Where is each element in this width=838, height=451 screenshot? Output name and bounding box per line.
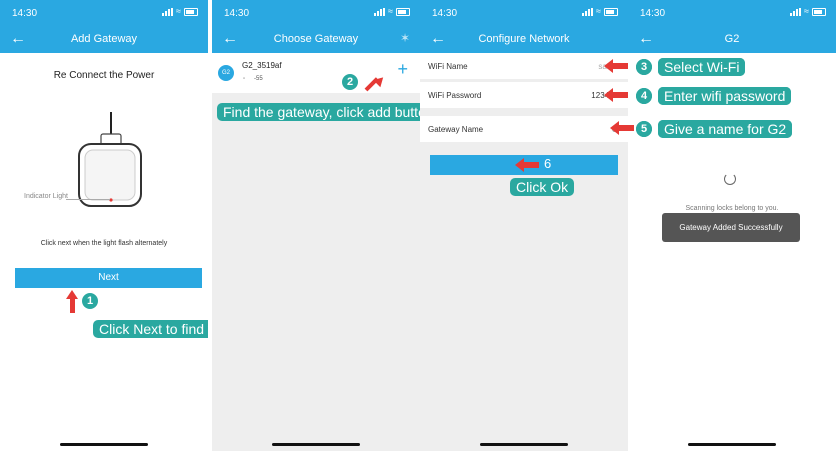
step5-number-badge-overlay: 5	[636, 121, 652, 137]
step3-number-badge-overlay: 3	[636, 59, 652, 75]
page-title: G2	[724, 33, 740, 45]
battery-icon	[184, 7, 198, 16]
home-indicator	[480, 443, 568, 446]
home-indicator	[272, 443, 360, 446]
home-indicator	[60, 443, 148, 446]
page-title: Add Gateway	[70, 33, 138, 45]
step2-annotation: Find the gateway, click add button	[217, 103, 420, 121]
step4-annotation-overlay: Enter wifi password	[658, 87, 792, 105]
gateway-name-label: Gateway Name	[428, 125, 484, 134]
battery-icon	[812, 7, 826, 16]
battery-icon	[396, 7, 410, 16]
screen-configure-network: 14:30 ≈ ← Configure Network WiFi Name sa…	[420, 0, 628, 451]
wifi-name-label: WiFi Name	[428, 62, 468, 71]
step4-number-badge-overlay: 4	[636, 88, 652, 104]
gateway-badge-icon: G2	[218, 65, 234, 81]
wifi-icon: ≈	[596, 6, 601, 16]
wifi-password-row[interactable]: WiFi Password 123456	[420, 82, 628, 108]
step2-number-badge: 2	[342, 74, 358, 90]
status-bar: 14:30 ≈	[0, 0, 208, 27]
battery-icon	[604, 7, 618, 16]
gateway-name-row[interactable]: Gateway Name G	[420, 116, 628, 142]
signal-icon	[162, 7, 174, 16]
step4-arrow	[604, 88, 628, 102]
step6-number: 6	[544, 156, 552, 171]
signal-icon	[582, 7, 594, 16]
status-bar: 14:30 ≈	[420, 0, 628, 27]
signal-icon	[790, 7, 802, 16]
nav-bar: ← G2	[628, 27, 836, 53]
rssi-signal-icon: ▫	[243, 76, 246, 82]
add-gateway-button[interactable]: +	[397, 59, 408, 79]
nav-bar: ← Choose Gateway ✶	[212, 27, 420, 53]
status-time: 14:30	[640, 8, 666, 19]
instruction-text: Click next when the light flash alternat…	[40, 240, 168, 247]
step5-arrow-tail	[628, 125, 634, 131]
status-bar: 14:30 ≈	[628, 0, 836, 27]
gateway-device-name: G2_3519af	[242, 61, 282, 70]
status-time: 14:30	[224, 8, 250, 19]
step2-arrow	[364, 73, 387, 99]
page-title: Configure Network	[478, 33, 570, 45]
loading-spinner-icon: ✶	[399, 31, 410, 45]
nav-bar: ← Configure Network	[420, 27, 628, 53]
screen-add-gateway: 14:30 ≈ ← Add Gateway Re Connect the Pow…	[0, 0, 208, 451]
loading-spinner-icon	[724, 173, 736, 185]
screen-choose-gateway: 14:30 ≈ ← Choose Gateway ✶ G2 G2_3519af …	[212, 0, 420, 451]
step1-arrow-up	[66, 290, 78, 313]
gateway-list-item[interactable]: G2 G2_3519af ▫ -55 +	[212, 53, 420, 93]
step1-number-badge: 1	[82, 293, 98, 309]
step6-arrow	[515, 158, 539, 172]
success-toast: Gateway Added Successfully	[662, 213, 800, 242]
indicator-light-label: Indicator Light	[24, 193, 68, 200]
step6-annotation: Click Ok	[510, 178, 575, 196]
next-button[interactable]: Next	[15, 268, 202, 288]
signal-icon	[374, 7, 386, 16]
wifi-name-row[interactable]: WiFi Name safea	[420, 53, 628, 79]
page-title: Choose Gateway	[273, 33, 359, 45]
reconnect-heading: Re Connect the Power	[53, 70, 155, 81]
status-bar: 14:30 ≈	[212, 0, 420, 27]
wifi-icon: ≈	[388, 6, 393, 16]
status-time: 14:30	[432, 8, 458, 19]
wifi-icon: ≈	[804, 6, 809, 16]
scanning-text: Scanning locks belong to you.	[685, 205, 779, 212]
step5-arrow	[610, 121, 628, 135]
step3-arrow	[604, 59, 628, 73]
gateway-device-illustration	[78, 112, 142, 207]
status-time: 14:30	[12, 8, 38, 19]
nav-bar: ← Add Gateway	[0, 27, 208, 53]
step1-annotation: Click Next to find your gateway	[93, 320, 208, 338]
wifi-icon: ≈	[176, 6, 181, 16]
gateway-rssi: -55	[254, 76, 263, 82]
indicator-light-line	[66, 199, 110, 200]
home-indicator	[688, 443, 776, 446]
wifi-password-label: WiFi Password	[428, 91, 482, 100]
step3-annotation-overlay: Select Wi-Fi	[658, 58, 746, 76]
step5-annotation-overlay: Give a name for G2	[658, 120, 793, 138]
